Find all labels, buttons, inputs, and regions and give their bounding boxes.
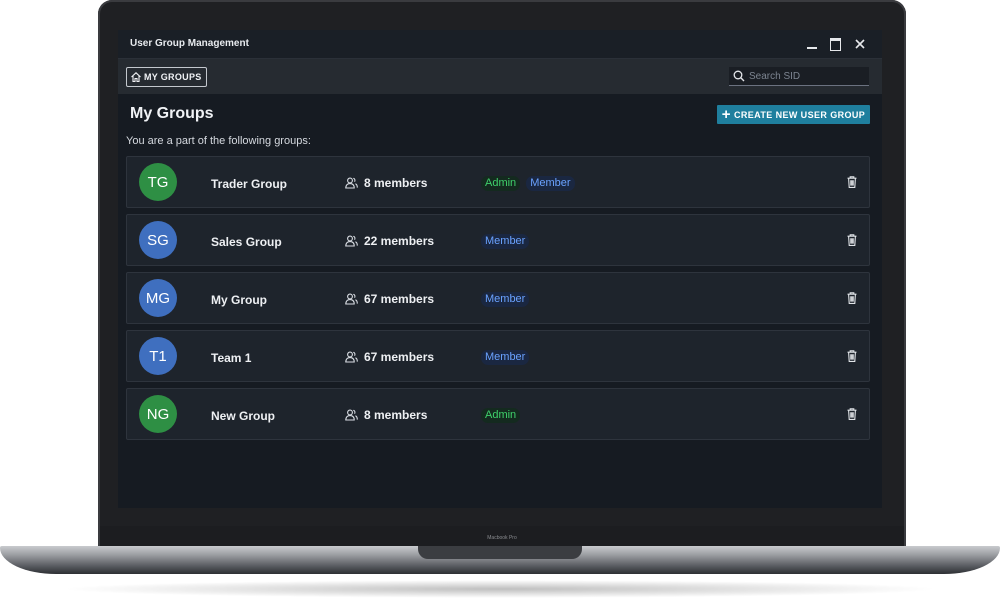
trash-icon[interactable]: [845, 407, 859, 421]
members-count: 8 members: [364, 408, 428, 422]
home-icon: [131, 72, 141, 83]
search-input[interactable]: [749, 67, 861, 85]
create-button-label: CREATE NEW USER GROUP: [733, 109, 866, 120]
create-new-user-group-button[interactable]: + CREATE NEW USER GROUP: [717, 105, 870, 124]
role-badges: Admin: [481, 408, 521, 423]
group-members: 67 members: [345, 350, 434, 364]
group-members: 8 members: [345, 176, 427, 190]
page-title: My Groups: [130, 105, 214, 122]
group-row[interactable]: SG Sales Group 22 members Member: [126, 214, 870, 266]
close-icon: [855, 39, 865, 49]
my-groups-label: MY GROUPS: [144, 72, 202, 82]
app-window: User Group Management MY GROUPS Search S…: [118, 30, 882, 508]
members-count: 8 members: [364, 176, 428, 190]
group-row[interactable]: MG My Group 67 members Member: [126, 272, 870, 324]
trash-icon[interactable]: [845, 291, 859, 305]
laptop-chin: Macbook Pro: [100, 526, 904, 546]
role-badges: Admin Member: [481, 176, 575, 191]
members-count: 67 members: [364, 292, 435, 306]
maximize-button[interactable]: [828, 36, 844, 52]
members-icon: [345, 351, 358, 363]
minimize-button[interactable]: [804, 36, 820, 52]
role-badge-admin: Admin: [481, 176, 521, 191]
group-name: My Group: [211, 293, 267, 307]
toolbar: MY GROUPS: [118, 59, 882, 94]
close-button[interactable]: [852, 36, 868, 52]
role-badges: Member: [481, 234, 530, 249]
group-members: 67 members: [345, 292, 434, 306]
members-icon: [345, 293, 358, 305]
group-members: 8 members: [345, 408, 427, 422]
group-name: New Group: [211, 409, 276, 423]
members-count: 22 members: [364, 234, 435, 248]
members-icon: [345, 409, 358, 421]
title-bar: User Group Management: [118, 30, 882, 59]
role-badge-admin: Admin: [481, 408, 521, 423]
members-count: 67 members: [364, 350, 435, 364]
members-icon: [345, 177, 358, 189]
role-badge-member: Member: [481, 234, 530, 249]
group-name: Team 1: [211, 351, 252, 365]
trash-icon[interactable]: [845, 349, 859, 363]
role-badge-member: Member: [526, 176, 575, 191]
group-avatar: T1: [139, 337, 177, 375]
group-row[interactable]: NG New Group 8 members Admin: [126, 388, 870, 440]
group-avatar: TG: [139, 163, 177, 201]
trash-icon[interactable]: [845, 175, 859, 189]
device-shadow: [60, 580, 940, 598]
minimize-icon: [807, 47, 817, 49]
group-list: TG Trader Group 8 members Admin Member SG…: [126, 156, 870, 446]
group-name: Sales Group: [211, 235, 282, 249]
group-name: Trader Group: [211, 177, 288, 191]
my-groups-button[interactable]: MY GROUPS: [126, 67, 207, 87]
role-badges: Member: [481, 350, 530, 365]
role-badge-member: Member: [481, 292, 530, 307]
members-icon: [345, 235, 358, 247]
laptop-notch: [418, 546, 582, 559]
role-badges: Member: [481, 292, 530, 307]
group-row[interactable]: T1 Team 1 67 members Member: [126, 330, 870, 382]
group-avatar: MG: [139, 279, 177, 317]
group-avatar: NG: [139, 395, 177, 433]
window-title: User Group Management: [130, 38, 249, 49]
trash-icon[interactable]: [845, 233, 859, 247]
search-icon: [733, 70, 745, 82]
group-members: 22 members: [345, 234, 434, 248]
device-label: Macbook Pro: [487, 535, 517, 541]
groups-subtitle: You are a part of the following groups:: [126, 135, 311, 147]
search-box[interactable]: [729, 67, 869, 86]
role-badge-member: Member: [481, 350, 530, 365]
plus-icon: +: [721, 106, 731, 123]
maximize-icon: [830, 38, 841, 51]
group-avatar: SG: [139, 221, 177, 259]
group-row[interactable]: TG Trader Group 8 members Admin Member: [126, 156, 870, 208]
